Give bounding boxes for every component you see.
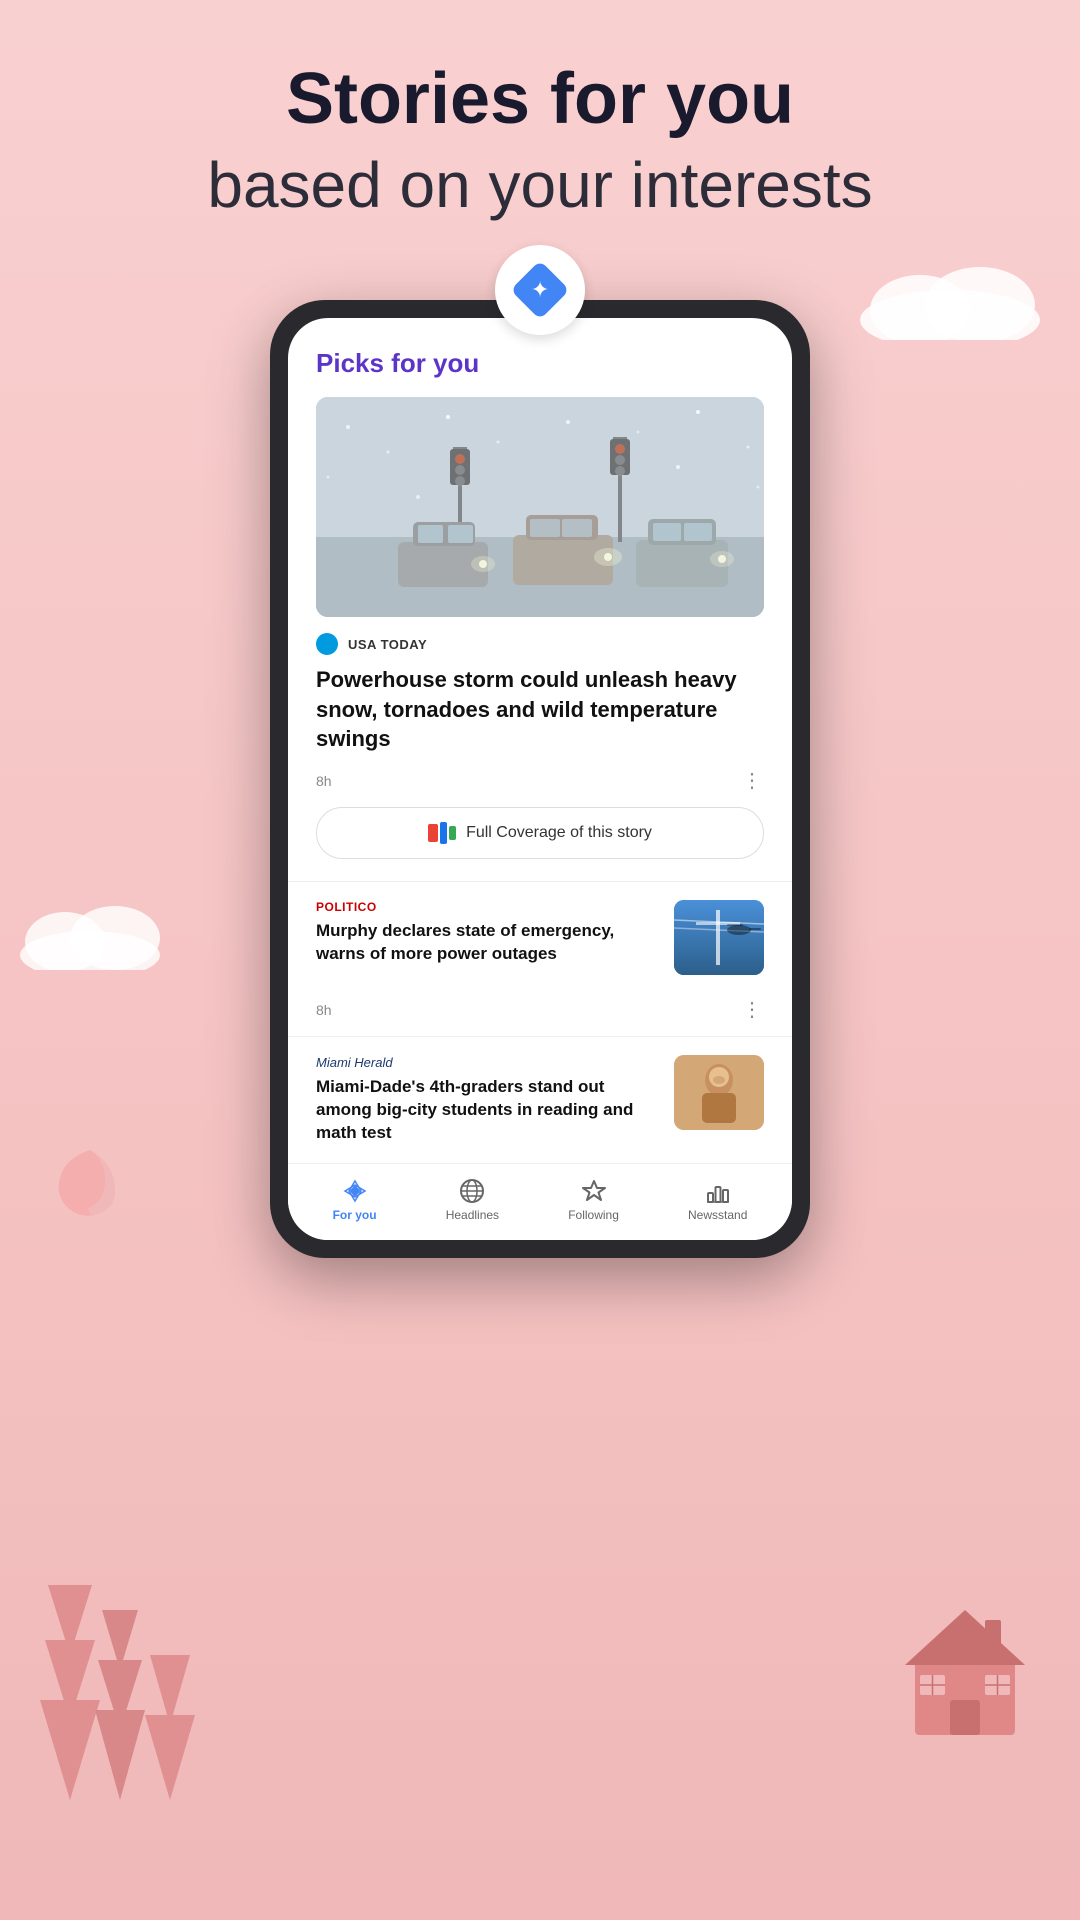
article2-title: Murphy declares state of emergency, warn…	[316, 920, 660, 966]
header-subtitle: based on your interests	[0, 147, 1080, 224]
article1-source-row: USA TODAY	[316, 633, 764, 655]
moon-decoration	[50, 1140, 130, 1220]
article3-content: Miami Herald Miami-Dade's 4th-graders st…	[316, 1055, 660, 1145]
picks-title: Picks for you	[316, 348, 764, 379]
article3-source: Miami Herald	[316, 1055, 660, 1070]
header-title: Stories for you	[0, 60, 1080, 139]
article3-thumb-image	[674, 1055, 764, 1130]
headlines-icon	[457, 1178, 487, 1204]
article2-source: POLITICO	[316, 900, 660, 914]
background-trees-left	[40, 1520, 220, 1820]
article1-hero-image[interactable]	[316, 397, 764, 617]
article2-thumbnail	[674, 900, 764, 975]
nav-following[interactable]: Following	[568, 1178, 619, 1222]
article1-title[interactable]: Powerhouse storm could unleash heavy sno…	[316, 665, 764, 754]
nav-newsstand-label: Newsstand	[688, 1208, 747, 1222]
usatoday-dot	[316, 633, 338, 655]
full-coverage-icon	[428, 822, 456, 844]
article3-row[interactable]: Miami Herald Miami-Dade's 4th-graders st…	[316, 1037, 764, 1163]
nav-headlines[interactable]: Headlines	[446, 1178, 499, 1222]
article2-thumb-image	[674, 900, 764, 975]
google-news-icon	[495, 245, 585, 335]
article3-title: Miami-Dade's 4th-graders stand out among…	[316, 1076, 660, 1145]
phone-mockup: Picks for you	[270, 300, 810, 1258]
nav-newsstand[interactable]: Newsstand	[688, 1178, 747, 1222]
header-section: Stories for you based on your interests	[0, 60, 1080, 224]
article2-time: 8h	[316, 1002, 332, 1018]
screen-content: Picks for you	[288, 318, 792, 1163]
full-coverage-label: Full Coverage of this story	[466, 824, 652, 842]
phone-outer-frame: Picks for you	[270, 300, 810, 1258]
article1-source-name: USA TODAY	[348, 637, 427, 652]
background-house	[900, 1600, 1030, 1740]
article2-more-button[interactable]: ⋮	[742, 997, 764, 1022]
nav-following-label: Following	[568, 1208, 619, 1222]
bottom-navigation: For you Headlines	[288, 1163, 792, 1240]
full-coverage-button[interactable]: Full Coverage of this story	[316, 807, 764, 859]
article2-row[interactable]: POLITICO Murphy declares state of emerge…	[316, 882, 764, 993]
google-diamond-icon	[510, 260, 569, 319]
following-icon	[579, 1178, 609, 1204]
article2-content: POLITICO Murphy declares state of emerge…	[316, 900, 660, 966]
article3-thumbnail	[674, 1055, 764, 1130]
article2-meta: 8h ⋮	[316, 993, 764, 1036]
newsstand-icon	[703, 1178, 733, 1204]
nav-for-you-label: For you	[333, 1208, 377, 1222]
nav-headlines-label: Headlines	[446, 1208, 499, 1222]
article1-more-button[interactable]: ⋮	[742, 768, 764, 793]
article1-time: 8h	[316, 773, 332, 789]
nav-for-you[interactable]: For you	[333, 1178, 377, 1222]
for-you-icon	[340, 1178, 370, 1204]
article1-meta: 8h ⋮	[316, 768, 764, 793]
phone-screen: Picks for you	[288, 318, 792, 1240]
